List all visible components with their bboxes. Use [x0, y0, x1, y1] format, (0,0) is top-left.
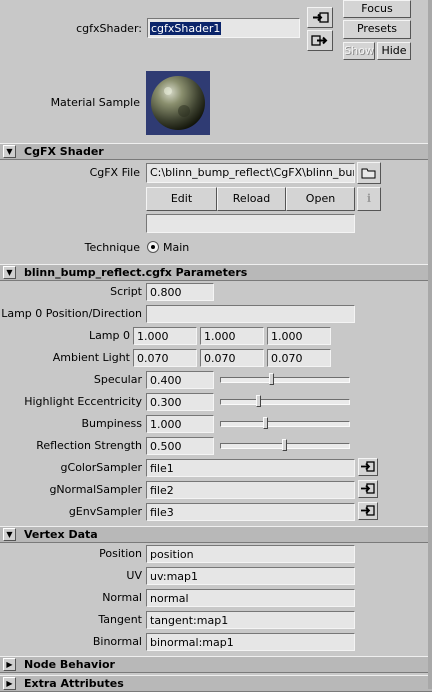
output-connections-button[interactable]: [307, 30, 333, 51]
lamp-direction-label: Lamp 0 Position/Direction: [1, 307, 142, 320]
bumpiness-label: Bumpiness: [81, 417, 142, 430]
output-arrow-icon: [311, 35, 328, 46]
color-sampler-label: gColorSampler: [60, 461, 142, 474]
tangent-label: Tangent: [98, 613, 142, 626]
expand-right-icon: ▶: [3, 658, 16, 671]
shader-name-label: cgfxShader:: [76, 22, 142, 35]
ambient-r-field[interactable]: 0.070: [133, 349, 197, 367]
input-arrow-icon: [361, 461, 375, 472]
parameters-section-header[interactable]: ▼ blinn_bump_reflect.cgfx Parameters: [0, 264, 432, 281]
node-behavior-section-title: Node Behavior: [24, 658, 115, 671]
highlight-eccentricity-field[interactable]: 0.300: [146, 393, 214, 411]
vertex-data-section-title: Vertex Data: [24, 528, 98, 541]
binormal-field[interactable]: binormal:map1: [146, 633, 355, 651]
material-sample-label: Material Sample: [50, 96, 140, 109]
input-connections-button[interactable]: [307, 7, 333, 28]
specular-slider-handle[interactable]: [269, 373, 275, 385]
material-sample-swatch[interactable]: [146, 71, 210, 135]
browse-file-button[interactable]: [357, 162, 381, 184]
extra-attributes-section-header[interactable]: ▶ Extra Attributes: [0, 675, 432, 692]
lamp0-b-field[interactable]: 1.000: [267, 327, 331, 345]
folder-icon: [361, 168, 376, 179]
scrollbar[interactable]: [428, 0, 432, 689]
expand-down-icon: ▼: [3, 266, 16, 279]
bumpiness-field[interactable]: 1.000: [146, 415, 214, 433]
cgfx-file-label: CgFX File: [89, 166, 140, 179]
technique-label: Technique: [84, 241, 140, 254]
specular-slider[interactable]: [220, 377, 350, 383]
reload-button[interactable]: Reload: [217, 187, 286, 211]
input-arrow-icon: [361, 483, 375, 494]
open-button[interactable]: Open: [286, 187, 355, 211]
lamp0-g-field[interactable]: 1.000: [200, 327, 264, 345]
ambient-b-field[interactable]: 0.070: [267, 349, 331, 367]
specular-field[interactable]: 0.400: [146, 371, 214, 389]
normal-sampler-label: gNormalSampler: [49, 483, 142, 496]
script-label: Script: [110, 285, 142, 298]
node-behavior-section-header[interactable]: ▶ Node Behavior: [0, 656, 432, 673]
lamp0-label: Lamp 0: [88, 329, 130, 342]
info-icon: i: [366, 192, 372, 205]
lamp-direction-field[interactable]: [146, 305, 355, 323]
color-sampler-field[interactable]: file1: [146, 459, 355, 477]
reflection-strength-slider-handle[interactable]: [282, 439, 287, 451]
material-sphere-icon: [151, 76, 205, 130]
hide-button[interactable]: Hide: [377, 42, 411, 60]
lamp0-r-field[interactable]: 1.000: [133, 327, 197, 345]
normal-sampler-map-button[interactable]: [358, 480, 378, 498]
info-button[interactable]: i: [357, 187, 381, 211]
highlight-eccentricity-slider-handle[interactable]: [256, 395, 262, 407]
shader-name-field[interactable]: cgfxShader1: [147, 18, 300, 38]
highlight-eccentricity-label: Highlight Eccentricity: [24, 395, 142, 408]
uv-field[interactable]: uv:map1: [146, 567, 355, 585]
edit-button[interactable]: Edit: [146, 187, 217, 211]
focus-button[interactable]: Focus: [343, 0, 411, 18]
shader-name-text: cgfxShader1: [150, 22, 222, 35]
highlight-eccentricity-slider[interactable]: [220, 399, 350, 405]
specular-label: Specular: [93, 373, 142, 386]
reflection-strength-label: Reflection Strength: [36, 439, 142, 452]
cgfx-file-path-field[interactable]: C:\blinn_bump_reflect\CgFX\blinn_bump_r: [146, 163, 355, 183]
bumpiness-slider-handle[interactable]: [262, 417, 268, 429]
expand-right-icon: ▶: [3, 677, 16, 690]
technique-main-label: Main: [163, 241, 190, 254]
reflection-strength-field[interactable]: 0.500: [146, 437, 214, 455]
bumpiness-slider[interactable]: [220, 421, 350, 427]
env-sampler-field[interactable]: file3: [146, 503, 355, 521]
radio-selected-dot: [151, 245, 155, 249]
normal-label: Normal: [102, 591, 142, 604]
expand-down-icon: ▼: [3, 145, 16, 158]
env-sampler-label: gEnvSampler: [68, 505, 142, 518]
tangent-field[interactable]: tangent:map1: [146, 611, 355, 629]
input-arrow-icon: [313, 12, 329, 23]
binormal-label: Binormal: [92, 635, 142, 648]
env-sampler-map-button[interactable]: [358, 502, 378, 520]
color-sampler-map-button[interactable]: [358, 458, 378, 476]
cgfx-shader-section-header[interactable]: ▼ CgFX Shader: [0, 143, 432, 160]
vertex-data-section-header[interactable]: ▼ Vertex Data: [0, 526, 432, 543]
input-arrow-icon: [361, 505, 375, 516]
normal-sampler-field[interactable]: file2: [146, 481, 355, 499]
ambient-light-label: Ambient Light: [52, 351, 130, 364]
position-label: Position: [99, 547, 142, 560]
normal-field[interactable]: normal: [146, 589, 355, 607]
show-button[interactable]: Show: [343, 42, 375, 60]
position-field[interactable]: position: [146, 545, 355, 563]
cgfx-status-field: [146, 214, 355, 233]
uv-label: UV: [126, 569, 142, 582]
ambient-g-field[interactable]: 0.070: [200, 349, 264, 367]
parameters-section-title: blinn_bump_reflect.cgfx Parameters: [24, 266, 248, 279]
technique-main-radio[interactable]: [147, 241, 159, 253]
script-field[interactable]: 0.800: [146, 283, 214, 301]
cgfx-shader-section-title: CgFX Shader: [24, 145, 104, 158]
expand-down-icon: ▼: [3, 528, 16, 541]
presets-button[interactable]: Presets: [343, 20, 411, 39]
